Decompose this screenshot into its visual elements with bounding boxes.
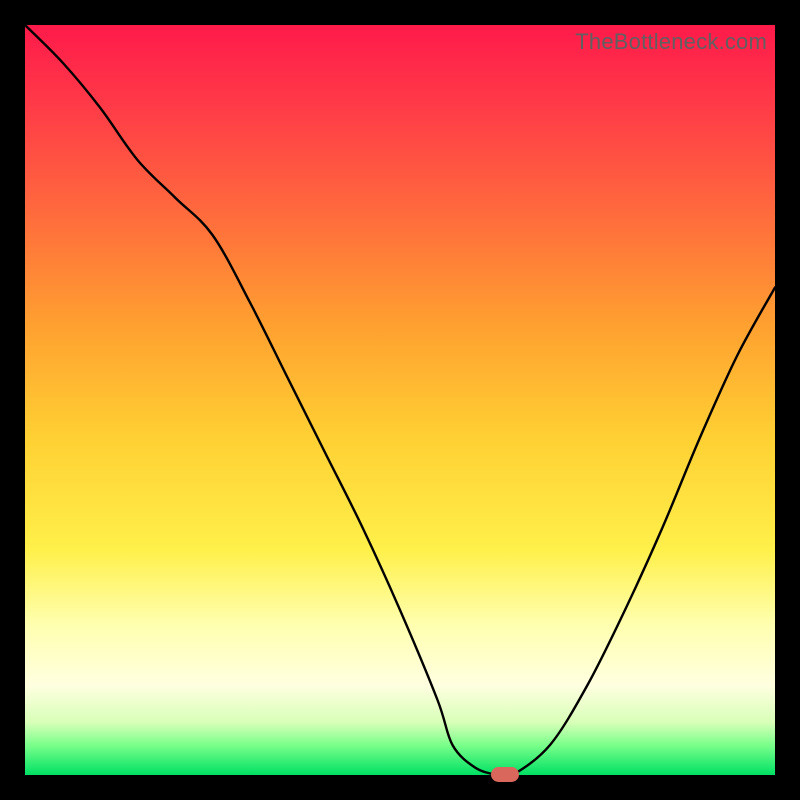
curve-svg bbox=[25, 25, 775, 775]
chart-frame: TheBottleneck.com bbox=[0, 0, 800, 800]
optimum-marker bbox=[491, 767, 519, 782]
plot-area: TheBottleneck.com bbox=[25, 25, 775, 775]
bottleneck-curve bbox=[25, 25, 775, 778]
